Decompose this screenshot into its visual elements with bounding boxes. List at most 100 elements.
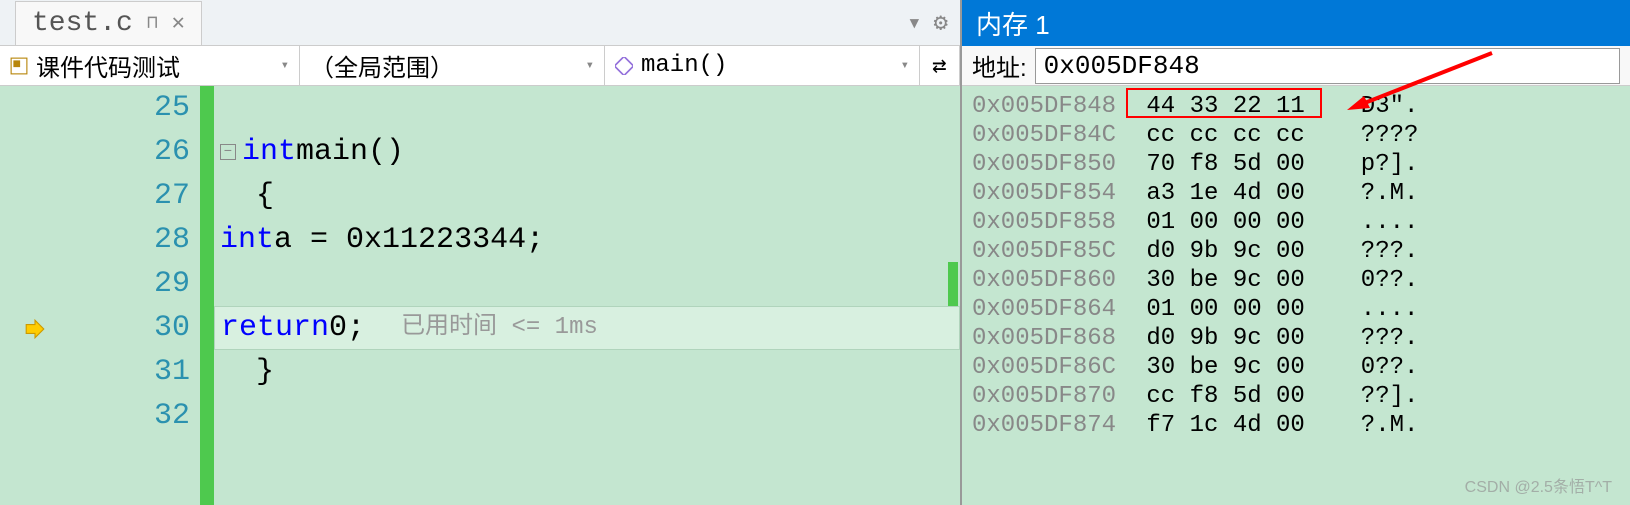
close-icon[interactable]: ✕: [172, 10, 185, 36]
mem-row-ascii: ....: [1332, 295, 1418, 324]
mem-row-ascii: ??].: [1332, 382, 1418, 411]
address-input[interactable]: [1035, 48, 1620, 84]
mem-row-ascii: 0??.: [1332, 353, 1418, 382]
code-line: −int main(): [214, 130, 960, 174]
mem-row-addr: 0x005DF854: [972, 179, 1132, 208]
mem-row-addr: 0x005DF870: [972, 382, 1132, 411]
mem-row-bytes: 30 be 9c 00: [1132, 353, 1332, 382]
code-line-current: return 0; 已用时间 <= 1ms: [214, 306, 960, 350]
highlight-box: [1126, 88, 1322, 118]
mem-row-ascii: ???.: [1332, 237, 1418, 266]
project-dropdown[interactable]: 课件代码测试 ▾: [0, 46, 300, 85]
mem-row-addr: 0x005DF868: [972, 324, 1132, 353]
function-icon: [615, 57, 633, 75]
line-number: 27: [0, 174, 190, 218]
line-number-gutter: 25 26 27 28 29 30 31 32: [0, 86, 200, 505]
fold-toggle-icon[interactable]: −: [220, 144, 236, 160]
code-text[interactable]: −int main() { int a = 0x11223344; return…: [214, 86, 960, 505]
line-number: 29: [0, 262, 190, 306]
project-icon: [10, 57, 28, 75]
perf-hint: 已用时间 <= 1ms: [401, 306, 598, 350]
memory-pane: 内存 1 地址: 0x005DF848 44 33 22 11 D3".0x00…: [960, 0, 1630, 505]
scope-dropdown[interactable]: （全局范围） ▾: [300, 46, 605, 85]
pin-icon[interactable]: ⊓: [147, 12, 158, 34]
memory-row: 0x005DF86C 30 be 9c 00 0??.: [972, 353, 1620, 382]
mem-row-addr: 0x005DF85C: [972, 237, 1132, 266]
line-number: 25: [0, 86, 190, 130]
function-dropdown[interactable]: main() ▾: [605, 46, 920, 85]
file-tab[interactable]: test.c ⊓ ✕: [15, 1, 202, 45]
mem-row-addr: 0x005DF848: [972, 92, 1132, 121]
mem-row-ascii: ....: [1332, 208, 1418, 237]
change-indicator: [948, 262, 958, 306]
mem-row-bytes: 30 be 9c 00: [1132, 266, 1332, 295]
mem-row-bytes: 01 00 00 00: [1132, 295, 1332, 324]
mem-row-addr: 0x005DF874: [972, 411, 1132, 440]
mem-row-bytes: 70 f8 5d 00: [1132, 150, 1332, 179]
memory-panel-title: 内存 1: [962, 0, 1630, 46]
memory-address-row: 地址:: [962, 46, 1630, 86]
memory-row: 0x005DF858 01 00 00 00 ....: [972, 208, 1620, 237]
code-line: [214, 86, 960, 130]
scope-dropdown-label: （全局范围）: [310, 48, 454, 84]
memory-row: 0x005DF874 f7 1c 4d 00 ?.M.: [972, 411, 1620, 440]
project-dropdown-label: 课件代码测试: [36, 48, 180, 84]
mem-row-addr: 0x005DF860: [972, 266, 1132, 295]
mem-row-ascii: ????: [1332, 121, 1418, 150]
code-line: [214, 394, 960, 438]
mem-row-ascii: 0??.: [1332, 266, 1418, 295]
split-view-button[interactable]: ⇄: [920, 46, 960, 85]
memory-row: 0x005DF868 d0 9b 9c 00 ???.: [972, 324, 1620, 353]
mem-row-bytes: 01 00 00 00: [1132, 208, 1332, 237]
code-line: }: [214, 350, 960, 394]
mem-row-bytes: cc f8 5d 00: [1132, 382, 1332, 411]
mem-row-ascii: ?.M.: [1332, 411, 1418, 440]
execution-pointer-icon: [24, 318, 46, 340]
address-label: 地址:: [972, 48, 1027, 83]
mem-row-bytes: d0 9b 9c 00: [1132, 237, 1332, 266]
tab-bar: test.c ⊓ ✕ ▾ ⚙: [0, 0, 960, 46]
mem-row-addr: 0x005DF84C: [972, 121, 1132, 150]
memory-row: 0x005DF854 a3 1e 4d 00 ?.M.: [972, 179, 1620, 208]
line-number: 32: [0, 394, 190, 438]
tab-bar-actions: ▾ ⚙: [907, 8, 948, 38]
memory-dump[interactable]: 0x005DF848 44 33 22 11 D3".0x005DF84C cc…: [962, 86, 1630, 505]
code-line: [214, 262, 960, 306]
annotation-arrow-icon: [1342, 48, 1502, 118]
code-line: {: [214, 174, 960, 218]
change-indicator-bar: [200, 86, 214, 505]
mem-row-bytes: d0 9b 9c 00: [1132, 324, 1332, 353]
mem-row-bytes: f7 1c 4d 00: [1132, 411, 1332, 440]
memory-row: 0x005DF84C cc cc cc cc ????: [972, 121, 1620, 150]
memory-row: 0x005DF870 cc f8 5d 00 ??].: [972, 382, 1620, 411]
mem-row-addr: 0x005DF850: [972, 150, 1132, 179]
caret-down-icon: ▾: [586, 57, 594, 74]
mem-row-ascii: ???.: [1332, 324, 1418, 353]
code-line: int a = 0x11223344;: [214, 218, 960, 262]
gear-icon[interactable]: ⚙: [934, 8, 948, 38]
memory-row: 0x005DF864 01 00 00 00 ....: [972, 295, 1620, 324]
line-number: 28: [0, 218, 190, 262]
tab-filename: test.c: [32, 8, 133, 39]
mem-row-addr: 0x005DF864: [972, 295, 1132, 324]
function-dropdown-label: main(): [641, 52, 727, 79]
memory-row: 0x005DF860 30 be 9c 00 0??.: [972, 266, 1620, 295]
editor-pane: test.c ⊓ ✕ ▾ ⚙ 课件代码测试 ▾ （全局范围） ▾ main() …: [0, 0, 960, 505]
caret-down-icon: ▾: [901, 57, 909, 74]
navigation-bar: 课件代码测试 ▾ （全局范围） ▾ main() ▾ ⇄: [0, 46, 960, 86]
mem-row-ascii: ?.M.: [1332, 179, 1418, 208]
line-number: 26: [0, 130, 190, 174]
mem-row-bytes: a3 1e 4d 00: [1132, 179, 1332, 208]
mem-row-addr: 0x005DF86C: [972, 353, 1132, 382]
tab-menu-caret-icon[interactable]: ▾: [907, 8, 921, 38]
mem-row-addr: 0x005DF858: [972, 208, 1132, 237]
caret-down-icon: ▾: [281, 57, 289, 74]
mem-row-bytes: cc cc cc cc: [1132, 121, 1332, 150]
split-icon: ⇄: [932, 51, 946, 81]
mem-row-ascii: p?].: [1332, 150, 1418, 179]
memory-row: 0x005DF85C d0 9b 9c 00 ???.: [972, 237, 1620, 266]
line-number: 31: [0, 350, 190, 394]
watermark: CSDN @2.5条悟T^T: [1465, 473, 1612, 497]
code-area[interactable]: 25 26 27 28 29 30 31 32 −int main() { in…: [0, 86, 960, 505]
memory-row: 0x005DF850 70 f8 5d 00 p?].: [972, 150, 1620, 179]
